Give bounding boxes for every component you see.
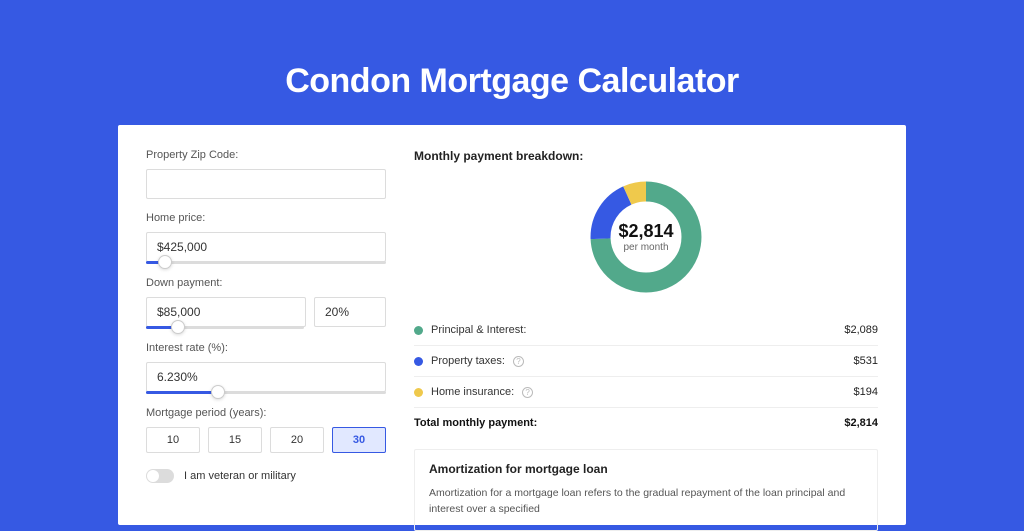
total-label: Total monthly payment: [414, 417, 537, 429]
breakdown-column: Monthly payment breakdown: $2,814 per mo… [414, 149, 878, 525]
home-price-label: Home price: [146, 212, 386, 224]
help-icon[interactable]: ? [513, 356, 524, 367]
interest-rate-label: Interest rate (%): [146, 342, 386, 354]
home-price-input[interactable] [146, 232, 386, 262]
period-option-30[interactable]: 30 [332, 427, 386, 453]
donut-total: $2,814 [618, 221, 673, 242]
calculator-card: Property Zip Code: Home price: Down paym… [118, 125, 906, 525]
page-title: Condon Mortgage Calculator [0, 0, 1024, 101]
legend-label: Principal & Interest: [431, 324, 526, 336]
period-option-15[interactable]: 15 [208, 427, 262, 453]
interest-rate-input[interactable] [146, 362, 386, 392]
amortization-title: Amortization for mortgage loan [429, 462, 863, 476]
legend-row-yellow: Home insurance:? $194 [414, 377, 878, 407]
zip-input[interactable] [146, 169, 386, 199]
veteran-label: I am veteran or military [184, 470, 296, 482]
amortization-text: Amortization for a mortgage loan refers … [429, 486, 863, 518]
legend-amount: $194 [854, 386, 878, 398]
down-payment-slider-thumb[interactable] [171, 320, 185, 334]
green-dot-icon [414, 326, 423, 335]
down-payment-pct-input[interactable] [314, 297, 386, 327]
legend-amount: $531 [854, 355, 878, 367]
payment-donut-chart: $2,814 per month [586, 177, 706, 297]
down-payment-amount-input[interactable] [146, 297, 306, 327]
donut-sub: per month [623, 242, 668, 253]
down-payment-slider[interactable] [146, 326, 304, 329]
mortgage-period-group: 10 15 20 30 [146, 427, 386, 453]
inputs-column: Property Zip Code: Home price: Down paym… [146, 149, 386, 525]
interest-rate-slider[interactable] [146, 391, 386, 394]
breakdown-title: Monthly payment breakdown: [414, 149, 878, 163]
blue-dot-icon [414, 357, 423, 366]
legend-row-blue: Property taxes:? $531 [414, 346, 878, 377]
legend: Principal & Interest: $2,089 Property taxe… [414, 315, 878, 407]
total-amount: $2,814 [844, 417, 878, 429]
mortgage-period-label: Mortgage period (years): [146, 407, 386, 419]
legend-row-green: Principal & Interest: $2,089 [414, 315, 878, 346]
down-payment-label: Down payment: [146, 277, 386, 289]
home-price-slider-thumb[interactable] [158, 255, 172, 269]
home-price-slider[interactable] [146, 261, 386, 264]
veteran-toggle[interactable] [146, 469, 174, 483]
interest-rate-slider-thumb[interactable] [211, 385, 225, 399]
period-option-10[interactable]: 10 [146, 427, 200, 453]
legend-amount: $2,089 [844, 324, 878, 336]
legend-label: Property taxes: [431, 355, 505, 367]
help-icon[interactable]: ? [522, 387, 533, 398]
yellow-dot-icon [414, 388, 423, 397]
period-option-20[interactable]: 20 [270, 427, 324, 453]
legend-label: Home insurance: [431, 386, 514, 398]
zip-label: Property Zip Code: [146, 149, 386, 161]
amortization-section: Amortization for mortgage loan Amortizat… [414, 449, 878, 531]
